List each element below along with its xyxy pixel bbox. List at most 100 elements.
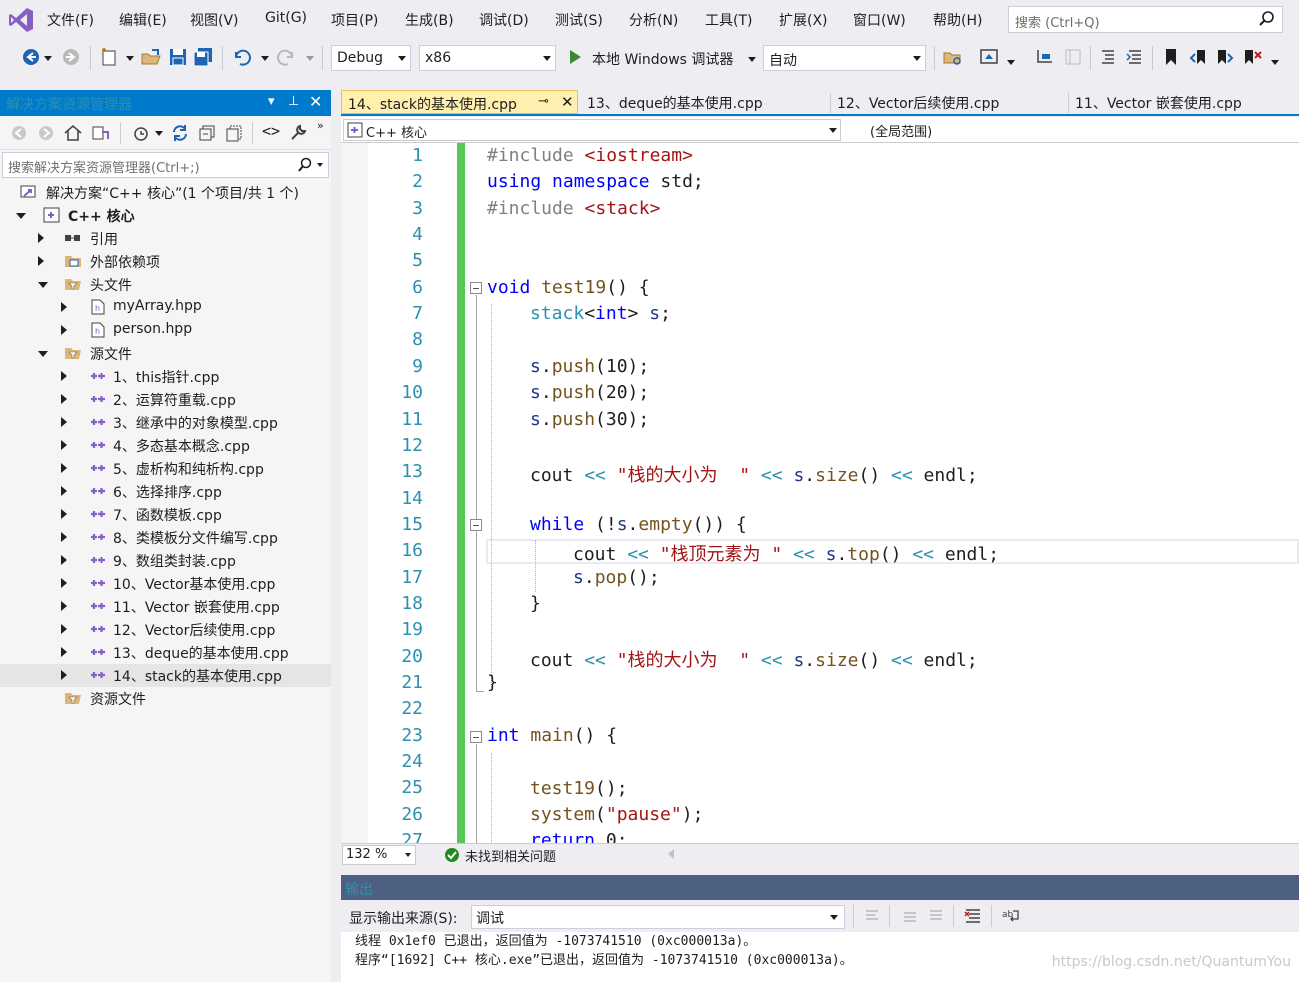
tab-vector-follow[interactable]: 12、Vector后续使用.cpp xyxy=(831,90,1067,114)
tree-item-source[interactable]: 7、函数模板.cpp xyxy=(0,503,331,526)
toggle-panel-icon[interactable] xyxy=(1062,46,1084,68)
expanded-arrow-icon[interactable] xyxy=(16,213,26,219)
redo-dropdown-icon[interactable] xyxy=(306,56,314,61)
tree-item-resource-files[interactable]: 资源文件 xyxy=(0,687,331,710)
tree-item-source[interactable]: 10、Vector基本使用.cpp xyxy=(0,572,331,595)
solution-search-input[interactable]: 搜索解决方案资源管理器(Ctrl+;) xyxy=(2,152,329,178)
tree-item-header[interactable]: h person.hpp xyxy=(0,319,331,342)
show-hierarchy-icon[interactable] xyxy=(1034,46,1056,68)
menu-view[interactable]: 视图(V) xyxy=(190,10,239,30)
redo-icon[interactable] xyxy=(276,46,298,68)
menu-git[interactable]: Git(G) xyxy=(265,10,307,26)
undo-dropdown-icon[interactable] xyxy=(261,56,269,61)
collapsed-arrow-icon[interactable] xyxy=(38,233,44,243)
run-dropdown-icon[interactable] xyxy=(748,57,756,62)
browse-folder-icon[interactable] xyxy=(942,46,964,68)
fold-toggle-icon[interactable] xyxy=(470,519,482,531)
toolbar-overflow-icon[interactable]: » xyxy=(317,119,324,132)
tree-item-source[interactable]: 3、继承中的对象模型.cpp xyxy=(0,411,331,434)
expanded-arrow-icon[interactable] xyxy=(38,282,48,288)
switch-views-icon[interactable] xyxy=(90,123,110,143)
view-code-icon[interactable]: <> xyxy=(262,122,280,140)
tree-item-source[interactable]: 9、数组类封装.cpp xyxy=(0,549,331,572)
collapsed-arrow-icon[interactable] xyxy=(61,440,67,450)
collapsed-arrow-icon[interactable] xyxy=(61,670,67,680)
forward-icon[interactable] xyxy=(37,124,55,142)
issues-status[interactable]: 未找到相关问题 xyxy=(465,846,556,865)
tree-item-source[interactable]: 5、虚析构和纯析构.cpp xyxy=(0,457,331,480)
collapse-all-icon[interactable] xyxy=(197,123,217,143)
no-issues-check-icon[interactable] xyxy=(445,848,459,862)
close-icon[interactable]: ✕ xyxy=(561,93,574,111)
close-icon[interactable]: ✕ xyxy=(309,92,322,111)
back-icon[interactable] xyxy=(20,46,42,68)
tree-item-source[interactable]: 12、Vector后续使用.cpp xyxy=(0,618,331,641)
previous-bookmark-icon[interactable] xyxy=(1188,46,1210,68)
next-message-icon[interactable] xyxy=(927,907,945,925)
zoom-select[interactable]: 132 % xyxy=(342,845,416,865)
collapsed-arrow-icon[interactable] xyxy=(38,256,44,266)
output-text-area[interactable]: 线程 0x1ef0 已退出，返回值为 -1073741510 (0xc00001… xyxy=(341,932,1299,982)
pending-changes-icon[interactable] xyxy=(131,123,151,143)
show-all-files-icon[interactable] xyxy=(224,123,244,143)
tree-item-source[interactable]: 11、Vector 嵌套使用.cpp xyxy=(0,595,331,618)
collapsed-arrow-icon[interactable] xyxy=(61,647,67,657)
tab-stack[interactable]: 14、stack的基本使用.cpp ⊸ ✕ xyxy=(341,90,578,114)
comment-lines-icon[interactable] xyxy=(1097,46,1119,68)
collapsed-arrow-icon[interactable] xyxy=(61,578,67,588)
start-debugging-icon[interactable] xyxy=(568,49,582,65)
menu-debug[interactable]: 调试(D) xyxy=(479,10,529,30)
tree-item-external-deps[interactable]: 外部依赖项 xyxy=(0,250,331,273)
next-bookmark-icon[interactable] xyxy=(1214,46,1236,68)
tree-item-source[interactable]: 14、stack的基本使用.cpp xyxy=(0,664,331,687)
tree-item-source[interactable]: 13、deque的基本使用.cpp xyxy=(0,641,331,664)
tab-deque[interactable]: 13、deque的基本使用.cpp xyxy=(581,90,829,114)
menu-build[interactable]: 生成(B) xyxy=(405,10,454,30)
tree-item-header-files[interactable]: 头文件 xyxy=(0,273,331,296)
toolbar-overflow-icon[interactable] xyxy=(1271,60,1279,65)
window-position-icon[interactable]: ▾ xyxy=(268,94,275,109)
new-project-icon[interactable] xyxy=(98,46,120,68)
start-debugging-button[interactable]: 本地 Windows 调试器 xyxy=(592,49,733,69)
collapsed-arrow-icon[interactable] xyxy=(61,509,67,519)
properties-wrench-icon[interactable] xyxy=(288,123,308,143)
tree-item-source[interactable]: 4、多态基本概念.cpp xyxy=(0,434,331,457)
collapsed-arrow-icon[interactable] xyxy=(61,302,67,312)
collapsed-arrow-icon[interactable] xyxy=(61,555,67,565)
collapsed-arrow-icon[interactable] xyxy=(61,532,67,542)
new-dropdown-icon[interactable] xyxy=(126,56,134,61)
tab-vector-nested[interactable]: 11、Vector 嵌套使用.cpp xyxy=(1069,90,1299,114)
project-scope-select[interactable]: C++ 核心 xyxy=(343,119,841,141)
clear-bookmarks-icon[interactable] xyxy=(1241,46,1263,68)
tree-item-references[interactable]: 引用 xyxy=(0,227,331,250)
collapsed-arrow-icon[interactable] xyxy=(61,417,67,427)
chevron-down-icon[interactable] xyxy=(317,163,323,167)
save-icon[interactable] xyxy=(167,46,189,68)
chevron-down-icon[interactable] xyxy=(155,131,163,136)
save-all-icon[interactable] xyxy=(192,46,214,68)
fold-toggle-icon[interactable] xyxy=(470,731,482,743)
menu-tools[interactable]: 工具(T) xyxy=(705,10,752,30)
bookmark-icon[interactable] xyxy=(1160,46,1182,68)
collapsed-arrow-icon[interactable] xyxy=(61,371,67,381)
tree-item-source[interactable]: 8、类模板分文件编写.cpp xyxy=(0,526,331,549)
menu-project[interactable]: 项目(P) xyxy=(331,10,378,30)
pin-icon[interactable]: ⊸ xyxy=(538,94,549,109)
menu-analyze[interactable]: 分析(N) xyxy=(629,10,678,30)
collapsed-arrow-icon[interactable] xyxy=(61,486,67,496)
member-scope-select[interactable]: (全局范围) xyxy=(845,119,1297,141)
back-dropdown-icon[interactable] xyxy=(44,56,52,61)
tree-item-solution[interactable]: 解决方案“C++ 核心”(1 个项目/共 1 个) xyxy=(0,181,331,204)
debug-target-select[interactable]: 自动 xyxy=(763,45,926,71)
scroll-left-icon[interactable] xyxy=(668,849,674,859)
tree-item-source-files[interactable]: 源文件 xyxy=(0,342,331,365)
collapsed-arrow-icon[interactable] xyxy=(61,624,67,634)
output-source-select[interactable]: 调试 xyxy=(471,905,845,929)
tree-item-project[interactable]: C++ 核心 xyxy=(0,204,331,227)
menu-extensions[interactable]: 扩展(X) xyxy=(779,10,828,30)
find-message-icon[interactable] xyxy=(863,907,881,925)
previous-message-icon[interactable] xyxy=(901,907,919,925)
menu-test[interactable]: 测试(S) xyxy=(555,10,603,30)
clear-all-icon[interactable] xyxy=(963,906,983,926)
word-wrap-icon[interactable]: ab xyxy=(1001,906,1021,926)
